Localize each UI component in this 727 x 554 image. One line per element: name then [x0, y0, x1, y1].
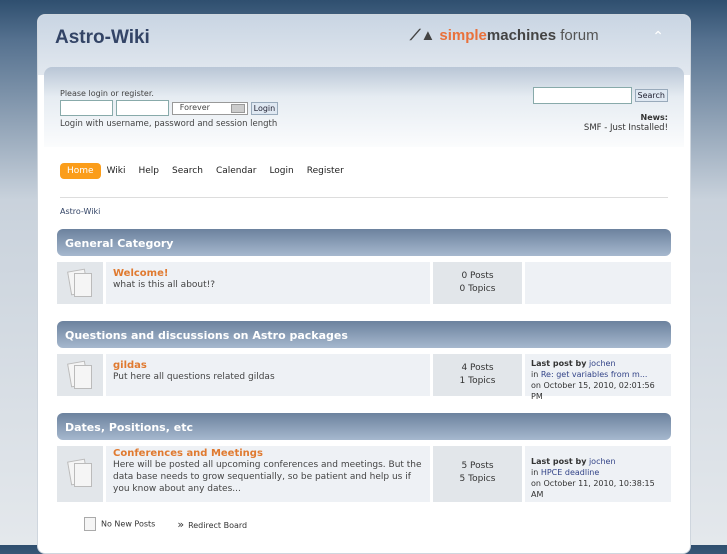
post-count: 5 Posts	[461, 461, 494, 471]
logo-machines: machines	[486, 27, 557, 44]
category-title[interactable]: General Category	[57, 229, 671, 256]
in-label: in	[531, 370, 539, 379]
category-dates: Dates, Positions, etc Conferences and Me…	[57, 413, 671, 502]
last-post-author[interactable]: jochen	[589, 359, 616, 368]
post-count: 0 Posts	[461, 271, 494, 281]
legend-redirect: Redirect Board	[188, 520, 248, 530]
smf-logo: ⟋▲ simplemachines forum	[410, 27, 599, 44]
logo-forum: forum	[560, 27, 599, 44]
category-astro-packages: Questions and discussions on Astro packa…	[57, 321, 671, 401]
board-description: Put here all questions related gildas	[113, 372, 275, 382]
last-post-date: on October 11, 2010, 10:38:15 AM	[531, 479, 655, 499]
menu-login[interactable]: Login	[262, 163, 300, 179]
last-post: Last post by jochen in HPCE deadline on Oc…	[525, 446, 671, 502]
topic-count: 5 Topics	[459, 474, 496, 484]
no-new-posts-icon	[57, 262, 103, 304]
board-row: Welcome! what is this all about!? 0 Posts…	[57, 262, 671, 304]
login-button[interactable]: Login	[250, 101, 279, 115]
board-name[interactable]: Conferences and Meetings	[113, 448, 423, 459]
last-post-topic[interactable]: HPCE deadline	[541, 468, 599, 477]
login-prompt: Please login or register.	[60, 89, 154, 98]
board-legend: No New Posts » Redirect Board	[84, 517, 247, 531]
category-title[interactable]: Questions and discussions on Astro packa…	[57, 321, 671, 348]
forum-title[interactable]: Astro-Wiki	[55, 27, 150, 49]
topic-count: 0 Topics	[459, 284, 496, 294]
dropdown-arrow-icon	[230, 103, 245, 113]
last-post-label: Last post by	[531, 359, 587, 368]
menu-help[interactable]: Help	[132, 163, 167, 179]
last-post	[525, 262, 671, 304]
no-new-posts-icon	[57, 354, 103, 396]
last-post-topic[interactable]: Re: get variables from m...	[541, 370, 648, 379]
password-input[interactable]	[115, 100, 169, 116]
last-post: Last post by jochen in Re: get variables …	[525, 354, 671, 401]
logo-simple: simple	[439, 27, 487, 44]
search-input[interactable]	[532, 87, 632, 104]
search-button[interactable]: Search	[634, 89, 668, 102]
last-post-author[interactable]: jochen	[589, 457, 616, 466]
last-post-label: Last post by	[531, 457, 587, 466]
menu-calendar[interactable]: Calendar	[209, 163, 263, 179]
redirect-icon: »	[177, 517, 185, 531]
board-row: gildas Put here all questions related gil…	[57, 354, 671, 401]
legend-no-new: No New Posts	[101, 519, 156, 529]
seesaw-icon: ⟋▲	[410, 27, 436, 44]
board-name[interactable]: Welcome!	[113, 268, 423, 279]
post-count: 4 Posts	[461, 363, 494, 373]
breadcrumb[interactable]: Astro-Wiki	[60, 207, 100, 216]
user-section: Please login or register. Forever Login …	[44, 67, 684, 147]
topic-count: 1 Topics	[459, 376, 496, 386]
board-description: what is this all about!?	[113, 280, 216, 290]
page: Astro-Wiki ⟋▲ simplemachines forum ⌃ Plea…	[37, 14, 691, 554]
divider	[60, 197, 668, 198]
news-text: SMF - Just Installed!	[583, 123, 668, 133]
news-label: News:	[640, 113, 668, 122]
menu-wiki[interactable]: Wiki	[100, 163, 133, 179]
login-hint: Login with username, password and sessio…	[60, 119, 278, 129]
board-row: Conferences and Meetings Here will be pos…	[57, 446, 671, 502]
main-menu: Home Wiki Help Search Calendar Login Reg…	[60, 163, 350, 179]
menu-register[interactable]: Register	[300, 163, 351, 179]
no-new-posts-icon	[84, 517, 96, 531]
last-post-date: on October 15, 2010, 02:01:56 PM	[531, 381, 655, 401]
board-description: Here will be posted all upcoming confere…	[113, 460, 422, 494]
session-length-select[interactable]: Forever	[171, 101, 248, 115]
board-name[interactable]: gildas	[113, 360, 423, 371]
menu-home[interactable]: Home	[60, 163, 101, 179]
session-value: Forever	[179, 102, 210, 112]
username-input[interactable]	[60, 100, 113, 116]
no-new-posts-icon	[57, 446, 103, 502]
header: Astro-Wiki ⟋▲ simplemachines forum ⌃	[38, 15, 690, 75]
menu-search[interactable]: Search	[165, 163, 210, 179]
category-general: General Category Welcome! what is this al…	[57, 229, 671, 304]
category-title[interactable]: Dates, Positions, etc	[57, 413, 671, 440]
collapse-icon[interactable]: ⌃	[652, 29, 664, 45]
in-label: in	[531, 468, 539, 477]
